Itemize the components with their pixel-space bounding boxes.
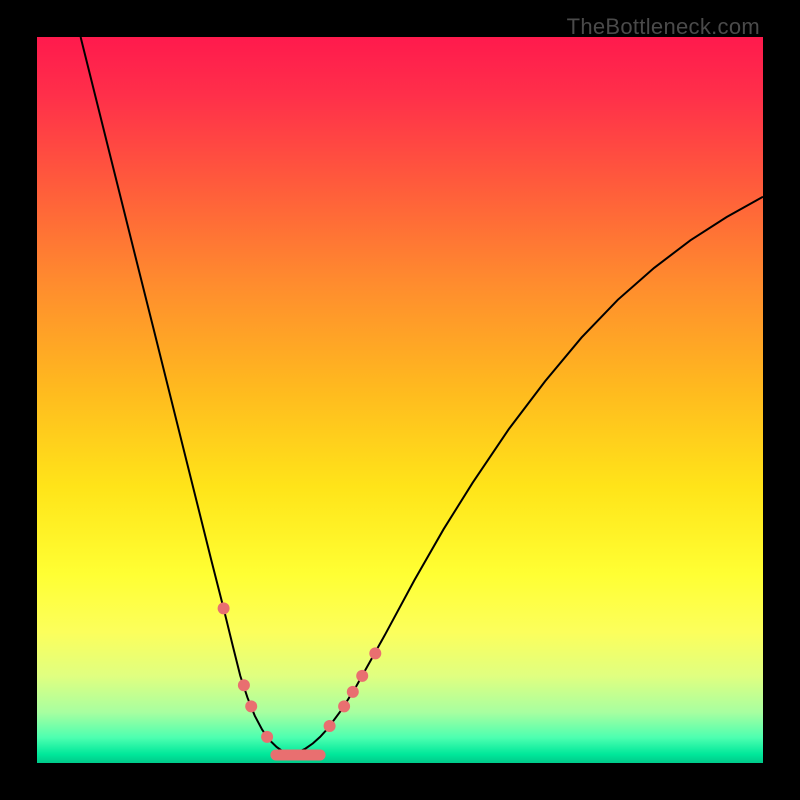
marker-point (324, 720, 336, 732)
marker-point (356, 670, 368, 682)
marker-point (338, 700, 350, 712)
plot-area (37, 37, 763, 763)
markers-group (218, 602, 382, 743)
chart-svg (37, 37, 763, 763)
marker-point (347, 686, 359, 698)
marker-point (218, 602, 230, 614)
marker-point (245, 700, 257, 712)
chart-frame: TheBottleneck.com (0, 0, 800, 800)
marker-point (369, 647, 381, 659)
marker-point (261, 731, 273, 743)
marker-point (238, 679, 250, 691)
watermark-text: TheBottleneck.com (567, 14, 760, 40)
left-curve (81, 37, 292, 754)
